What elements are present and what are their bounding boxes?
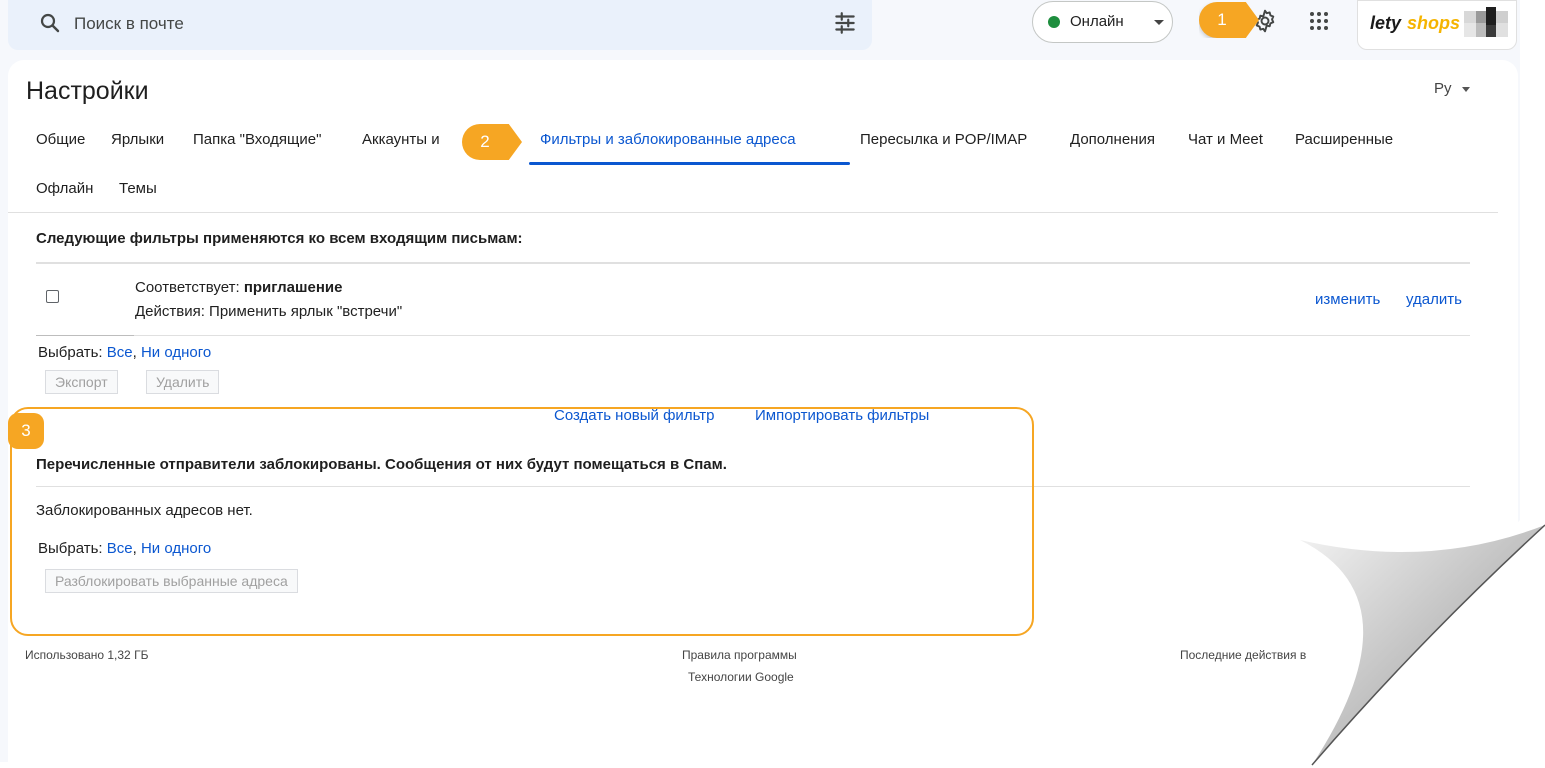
step-badge-3-label: 3 <box>21 421 31 440</box>
tab-themes[interactable]: Темы <box>119 180 157 197</box>
search-icon[interactable] <box>38 11 62 35</box>
status-label: Онлайн <box>1070 13 1124 30</box>
chevron-down-icon[interactable] <box>1462 87 1470 92</box>
delete-filter-link[interactable]: удалить <box>1406 291 1462 308</box>
divider <box>36 335 134 336</box>
tab-chat-meet[interactable]: Чат и Meet <box>1188 131 1263 148</box>
status-button[interactable]: Онлайн <box>1032 1 1173 43</box>
avatar[interactable] <box>1464 7 1508 43</box>
step-badge-2-label: 2 <box>480 132 490 151</box>
last-activity-link[interactable]: Последние действия в <box>1180 648 1306 662</box>
export-button[interactable]: Экспорт <box>45 370 118 394</box>
divider <box>134 335 1470 336</box>
filters-select-row: Выбрать: Все, Ни одного <box>38 344 212 361</box>
filter-checkbox[interactable] <box>46 290 59 303</box>
highlight-box <box>10 407 1034 636</box>
status-dot <box>1048 16 1060 28</box>
storage-used: Использовано 1,32 ГБ <box>25 648 149 662</box>
filters-heading: Следующие фильтры применяются ко всем вх… <box>36 230 523 247</box>
edit-filter-link[interactable]: изменить <box>1315 291 1380 308</box>
page-title: Настройки <box>26 77 149 105</box>
tab-offline[interactable]: Офлайн <box>36 180 93 197</box>
select-all-link[interactable]: Все <box>107 344 133 361</box>
step-badge-1-label: 1 <box>1217 10 1227 29</box>
chevron-down-icon <box>1154 20 1164 25</box>
tab-inbox[interactable]: Папка "Входящие" <box>193 131 321 148</box>
active-tab-indicator <box>529 162 850 165</box>
language-selector[interactable]: Ру <box>1434 80 1452 97</box>
filter-match-value: приглашение <box>243 279 343 296</box>
tab-labels[interactable]: Ярлыки <box>111 131 164 148</box>
tab-advanced[interactable]: Расширенные <box>1295 131 1393 148</box>
select-none-link[interactable]: Ни одного <box>141 344 211 361</box>
program-policies-link[interactable]: Правила программы <box>682 648 797 662</box>
filter-action: Действия: Применить ярлык "встречи" <box>135 303 403 320</box>
delete-button[interactable]: Удалить <box>146 370 220 394</box>
divider <box>36 262 1470 264</box>
tab-addons[interactable]: Дополнения <box>1070 131 1155 148</box>
brand-logo-part2: shops <box>1407 13 1461 33</box>
tab-accounts[interactable]: Аккаунты и <box>362 131 440 148</box>
step-badge-3: 3 <box>8 413 44 449</box>
account-brand[interactable]: lety shops <box>1357 0 1517 50</box>
filter-match: Соответствует: приглашение <box>135 279 342 296</box>
search-bar[interactable]: Поиск в почте <box>8 0 872 50</box>
tabs-divider <box>8 212 1498 213</box>
filter-match-label: Соответствует: <box>135 279 240 296</box>
tab-filters[interactable]: Фильтры и заблокированные адреса <box>540 131 796 148</box>
tab-general[interactable]: Общие <box>36 131 85 148</box>
apps-grid-icon[interactable] <box>1307 9 1331 33</box>
search-options-icon[interactable] <box>832 10 858 36</box>
search-input[interactable]: Поиск в почте <box>74 14 184 34</box>
brand-logo-part1: lety <box>1370 13 1402 33</box>
select-label: Выбрать: <box>38 344 103 361</box>
google-tech-text: Технологии Google <box>688 670 794 684</box>
tab-forwarding[interactable]: Пересылка и POP/IMAP <box>860 131 1027 148</box>
